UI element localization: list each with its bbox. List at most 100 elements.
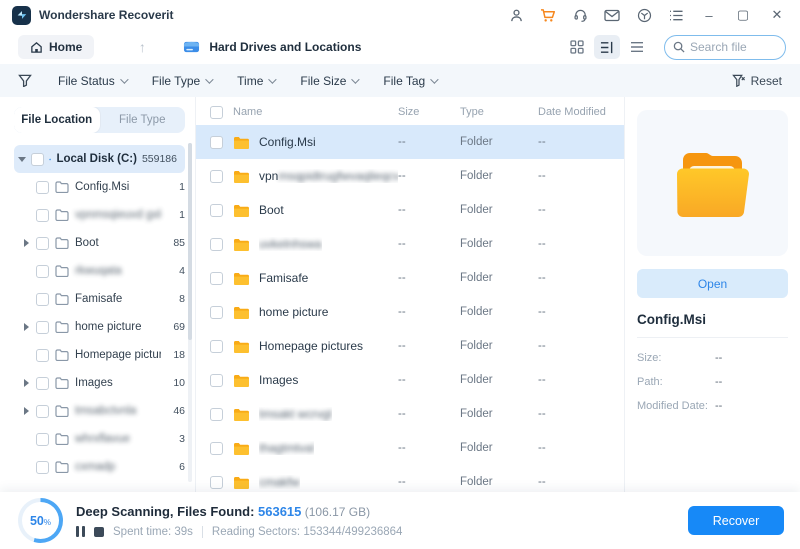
chevron-right-icon[interactable] xyxy=(24,239,29,247)
checkbox[interactable] xyxy=(36,293,49,306)
close-button[interactable]: ✕ xyxy=(764,4,790,26)
row-checkbox[interactable] xyxy=(210,408,223,421)
open-folder-icon xyxy=(665,140,761,226)
checkbox[interactable] xyxy=(36,377,49,390)
sidebar-tree-item[interactable]: Boot 85 xyxy=(14,229,185,257)
account-icon[interactable] xyxy=(504,4,528,26)
sidebar-tree-item[interactable]: cxmadp 6 xyxy=(14,453,185,481)
search-box[interactable] xyxy=(664,35,786,60)
table-row[interactable]: cmakfw -- Folder -- xyxy=(196,465,624,492)
sidebar-tree-item[interactable]: Homepage pictures 18 xyxy=(14,341,185,369)
cell-size: -- xyxy=(398,272,460,284)
filter-file-tag[interactable]: File Tag xyxy=(383,74,436,88)
home-button[interactable]: Home xyxy=(18,35,94,59)
folder-icon xyxy=(55,349,69,361)
sidebar-tree-item[interactable]: Famisafe 8 xyxy=(14,285,185,313)
folder-icon xyxy=(55,461,69,473)
file-name: Images xyxy=(259,373,298,387)
table-row[interactable]: home picture -- Folder -- xyxy=(196,295,624,329)
filter-file-status[interactable]: File Status xyxy=(58,74,126,88)
minimize-button[interactable]: – xyxy=(696,4,722,26)
sidebar-tree-item[interactable]: vpnmsqieuvd gxkr f 1 xyxy=(14,201,185,229)
detail-view-icon[interactable] xyxy=(594,35,620,59)
folder-name: home picture xyxy=(75,321,141,333)
row-checkbox[interactable] xyxy=(210,204,223,217)
row-checkbox[interactable] xyxy=(210,170,223,183)
grid-view-icon[interactable] xyxy=(564,35,590,59)
checkbox[interactable] xyxy=(36,433,49,446)
recover-button[interactable]: Recover xyxy=(688,506,784,535)
up-arrow-button[interactable]: ↑ xyxy=(128,35,156,59)
stop-button[interactable] xyxy=(94,527,104,537)
item-count: 69 xyxy=(173,321,185,333)
tab-file-type[interactable]: File Type xyxy=(100,107,186,133)
file-name: home picture xyxy=(259,305,328,319)
table-row[interactable]: vpnmsqpidtrugfwvaqlieqcvwos -- Folder -- xyxy=(196,159,624,193)
row-checkbox[interactable] xyxy=(210,272,223,285)
list-view-icon[interactable] xyxy=(624,35,650,59)
table-row[interactable]: Homepage pictures -- Folder -- xyxy=(196,329,624,363)
table-row[interactable]: tmsakt wcrvgl -- Folder -- xyxy=(196,397,624,431)
chevron-right-icon[interactable] xyxy=(24,407,29,415)
checkbox[interactable] xyxy=(36,461,49,474)
checkbox[interactable] xyxy=(36,265,49,278)
table-row[interactable]: Images -- Folder -- xyxy=(196,363,624,397)
search-input[interactable] xyxy=(690,40,770,54)
cell-date: -- xyxy=(538,408,624,420)
cell-type: Folder xyxy=(460,238,538,250)
product-center-icon[interactable] xyxy=(632,4,656,26)
scrollbar-thumb[interactable] xyxy=(188,143,192,340)
sidebar-tree-item[interactable]: Config.Msi 1 xyxy=(14,173,185,201)
row-checkbox[interactable] xyxy=(210,374,223,387)
menu-list-icon[interactable] xyxy=(664,4,688,26)
folder-name: whrxflavue xyxy=(75,433,130,445)
chevron-right-icon[interactable] xyxy=(24,379,29,387)
row-checkbox[interactable] xyxy=(210,238,223,251)
table-row[interactable]: thagtmtval -- Folder -- xyxy=(196,431,624,465)
table-row[interactable]: Famisafe -- Folder -- xyxy=(196,261,624,295)
checkbox[interactable] xyxy=(36,209,49,222)
sidebar-tree-item[interactable]: whrxflavue 3 xyxy=(14,425,185,453)
checkbox[interactable] xyxy=(36,181,49,194)
cart-icon[interactable] xyxy=(536,4,560,26)
open-button[interactable]: Open xyxy=(637,269,788,298)
checkbox[interactable] xyxy=(36,405,49,418)
checkbox[interactable] xyxy=(36,349,49,362)
table-row[interactable]: uvkelnhswa -- Folder -- xyxy=(196,227,624,261)
row-checkbox[interactable] xyxy=(210,476,223,489)
file-details: Size: -- Path: -- Modified Date: -- xyxy=(637,346,788,418)
mail-icon[interactable] xyxy=(600,4,624,26)
sidebar-tree-item[interactable]: Images 10 xyxy=(14,369,185,397)
sidebar-root-local-disk[interactable]: Local Disk (C:) 559186 xyxy=(14,145,185,173)
chevron-down-icon[interactable] xyxy=(18,157,26,162)
row-checkbox[interactable] xyxy=(210,340,223,353)
pause-button[interactable] xyxy=(76,526,85,537)
sidebar-tree-item[interactable]: rkwuqata 4 xyxy=(14,257,185,285)
cell-date: -- xyxy=(538,374,624,386)
header-type: Type xyxy=(460,106,538,118)
filter-time[interactable]: Time xyxy=(237,74,274,88)
reset-filters-button[interactable]: Reset xyxy=(732,74,782,88)
checkbox[interactable] xyxy=(31,153,44,166)
table-row[interactable]: Config.Msi -- Folder -- xyxy=(196,125,624,159)
row-checkbox[interactable] xyxy=(210,136,223,149)
item-count: 46 xyxy=(173,405,185,417)
filter-file-type[interactable]: File Type xyxy=(152,74,211,88)
cell-date: -- xyxy=(538,476,624,488)
maximize-button[interactable]: ▢ xyxy=(730,4,756,26)
checkbox[interactable] xyxy=(36,237,49,250)
filter-file-size[interactable]: File Size xyxy=(300,74,357,88)
row-checkbox[interactable] xyxy=(210,442,223,455)
chevron-right-icon[interactable] xyxy=(24,323,29,331)
sidebar-scrollbar[interactable] xyxy=(188,143,192,482)
support-headset-icon[interactable] xyxy=(568,4,592,26)
checkbox[interactable] xyxy=(36,321,49,334)
folder-icon xyxy=(55,265,69,277)
row-checkbox[interactable] xyxy=(210,306,223,319)
tab-file-location[interactable]: File Location xyxy=(14,107,100,133)
cell-date: -- xyxy=(538,340,624,352)
table-row[interactable]: Boot -- Folder -- xyxy=(196,193,624,227)
select-all-checkbox[interactable] xyxy=(210,106,223,119)
sidebar-tree-item[interactable]: tmsabctvnla 46 xyxy=(14,397,185,425)
sidebar-tree-item[interactable]: home picture 69 xyxy=(14,313,185,341)
